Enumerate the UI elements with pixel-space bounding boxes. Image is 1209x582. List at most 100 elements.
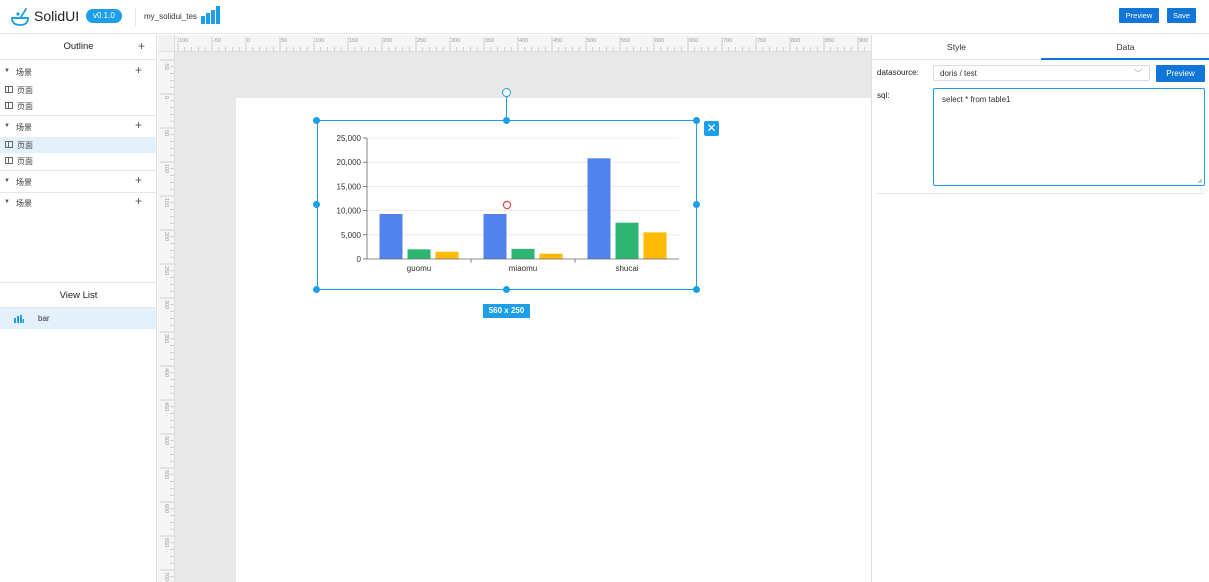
datasource-select[interactable]: doris / test ﹀ [933,65,1150,81]
caret-down-icon[interactable]: ▼ [4,68,10,74]
ruler-label: 400 [163,368,169,377]
chart-bar[interactable] [435,251,459,259]
save-button[interactable]: Save [1167,8,1196,23]
resize-handle-left[interactable] [313,201,320,208]
ruler-label: 700 [723,38,732,44]
ruler-corner [158,35,175,52]
scene-item[interactable]: ▼ 场景 + [0,62,156,81]
close-icon[interactable]: ✕ [704,121,719,136]
scene-label: 场景 [16,178,32,187]
chart-bar[interactable] [643,232,667,259]
chart-bar[interactable] [539,253,563,259]
preview-button[interactable]: Preview [1119,8,1159,23]
left-sidebar: Outline + ▼ 场景 + 页面 页面 ▼ 场景 + 页面 页面 ▼ 场景… [0,35,157,582]
page-item[interactable]: 页面 [0,98,156,114]
view-item-label: bar [38,314,50,323]
page-item-active[interactable]: 页面 [0,137,156,153]
chart-bar[interactable] [379,213,403,259]
x-tick-label: guomu [407,264,431,273]
page-item[interactable]: 页面 [0,153,156,169]
chart-bar[interactable] [511,248,535,259]
resize-handle-top-left[interactable] [313,117,320,124]
ruler-label: 50 [163,130,169,136]
sql-editor[interactable]: select * from table1 [933,88,1205,186]
ruler-label: 250 [163,266,169,275]
add-page-plus-icon[interactable]: + [135,119,142,131]
ruler-label: 350 [163,334,169,343]
scene-label: 场景 [16,123,32,132]
resize-handle-bottom-right[interactable] [693,286,700,293]
ruler-label: 750 [757,38,766,44]
chart-bar[interactable] [587,158,611,259]
ruler-label: 550 [621,38,630,44]
y-tick-label: 20,000 [337,158,362,167]
scene-label: 场景 [16,68,32,77]
ruler-label: 400 [519,38,528,44]
page-label: 页面 [17,157,33,166]
scene-item[interactable]: ▼ 场景 + [0,193,156,212]
right-panel: Style Data datasource: doris / test ﹀ Pr… [871,35,1209,582]
y-tick-label: 25,000 [337,134,362,143]
ruler-label: 900 [859,38,868,44]
page-label: 页面 [17,102,33,111]
scene-item[interactable]: ▼ 场景 + [0,117,156,136]
ruler-label: 100 [315,38,324,44]
sql-label: sql: [877,91,890,100]
ruler-label: 0 [247,38,250,44]
data-preview-button[interactable]: Preview [1156,65,1205,82]
ruler-label: 700 [163,572,169,581]
page-icon [5,141,13,148]
left-ruler-scale: -50 0 50 100 150 200 250 300 350 400 450 500 550 600 6… [160,59,174,581]
resize-handle-top-right[interactable] [693,117,700,124]
page-icon [5,102,13,109]
add-scene-plus-icon[interactable]: + [138,40,145,52]
x-tick-label: shucai [615,264,638,273]
ruler-label: 300 [451,38,460,44]
project-name[interactable]: my_solidui_tes [144,12,197,21]
ruler-label: 200 [163,232,169,241]
page-icon [5,157,13,164]
ruler-label: 550 [163,470,169,479]
ruler-label: 450 [163,402,169,411]
view-list-title: View List [59,290,98,301]
tab-style[interactable]: Style [872,35,1041,59]
bar-chart-icon [14,315,24,323]
rotate-handle[interactable] [502,88,511,97]
add-page-plus-icon[interactable]: + [135,64,142,76]
size-badge: 560 x 250 [483,304,530,318]
left-ruler[interactable]: -50 0 50 100 150 200 250 300 350 400 450 500 550 600 6… [158,52,175,582]
ruler-label: 200 [383,38,392,44]
add-page-plus-icon[interactable]: + [135,174,142,186]
ruler-label: 650 [163,538,169,547]
ruler-label: 850 [825,38,834,44]
ruler-label: 650 [689,38,698,44]
bar-chart-icon [201,6,220,24]
chart-bar[interactable] [483,213,507,259]
tab-data[interactable]: Data [1041,35,1209,59]
chart-bar[interactable] [615,222,639,259]
divider [877,193,1205,194]
datasource-label: datasource: [877,68,919,77]
ruler-label: 450 [553,38,562,44]
scene-item[interactable]: ▼ 场景 + [0,172,156,191]
page-label: 页面 [17,141,33,150]
view-list-item-bar[interactable]: bar [0,308,156,329]
datasource-value: doris / test [940,69,977,78]
ruler-label: 150 [349,38,358,44]
ruler-label: 350 [485,38,494,44]
resize-handle-bottom-left[interactable] [313,286,320,293]
resize-grip-icon[interactable] [1197,178,1203,184]
add-page-plus-icon[interactable]: + [135,195,142,207]
ruler-label: 100 [163,164,169,173]
chart-bar[interactable] [407,249,431,259]
divider [0,282,156,283]
page-item[interactable]: 页面 [0,82,156,98]
resize-handle-right[interactable] [693,201,700,208]
divider [0,170,156,171]
caret-down-icon[interactable]: ▼ [4,123,10,129]
top-ruler[interactable]: 100 -50 0 50 100 150 200 250 300 350 400 450 500 550 6… [175,35,871,52]
caret-down-icon[interactable]: ▼ [4,178,10,184]
ruler-label: 150 [163,198,169,207]
caret-down-icon[interactable]: ▼ [4,199,10,205]
ruler-label: 500 [163,436,169,445]
